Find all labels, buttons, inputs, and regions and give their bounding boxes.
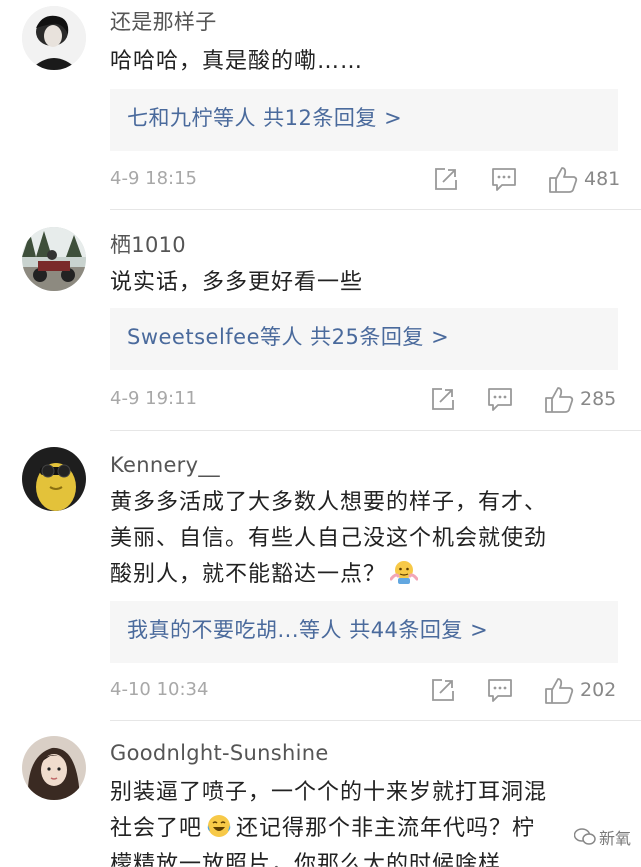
comment-text-line: 檬精放一放照片，你那么大的时候啥样 [110,852,502,867]
watermark-text: 新氧 [598,829,631,848]
avatar[interactable] [22,6,86,70]
comment-text: 哈哈哈，真是酸的嘞…… [110,49,364,74]
comment-text-segment: 还记得那个非主流年代吗？柠 [236,816,536,841]
laughing-tears-emoji-icon [206,813,232,839]
comment-icon[interactable] [487,386,513,414]
thumbs-up-icon [549,167,578,193]
comment-meta: 4-10 10:34 202 [110,677,620,707]
comment-meta: 4-9 19:11 285 [110,386,620,416]
divider [110,720,641,721]
like-count: 285 [580,388,617,410]
thumbs-up-icon [545,678,574,704]
reply-summary-link[interactable]: 我真的不要吃胡...等人 共44条回复 > [127,614,488,644]
comment-text-segment: 酸别人，就不能豁达一点？ [110,562,387,587]
like-count: 202 [580,679,617,701]
comment-icon[interactable] [491,166,517,194]
comment-text-segment: 社会了吧 [110,816,203,841]
comment-text-line-with-emoji: 社会了吧 还记得那个非主流年代吗？柠 [110,811,610,847]
share-icon[interactable] [430,677,456,705]
timestamp: 4-10 10:34 [110,679,209,700]
wechat-logo-icon [573,828,596,845]
shrug-emoji-icon [389,559,419,585]
username[interactable]: Kennery__ [110,453,220,477]
avatar[interactable] [22,447,86,511]
timestamp: 4-9 19:11 [110,388,197,409]
avatar[interactable] [22,227,86,291]
comment-text: 黄多多活成了大多数人想要的样子，有才、 美丽、自信。有些人自己没这个机会就使劲 … [110,485,610,593]
timestamp: 4-9 18:15 [110,168,197,189]
divider [110,209,641,210]
reply-summary-link[interactable]: 七和九柠等人 共12条回复 > [127,102,402,132]
like-button[interactable]: 481 [548,166,628,194]
comment-text-line-with-emoji: 酸别人，就不能豁达一点？ [110,557,610,593]
reply-summary-box[interactable]: Sweetselfee等人 共25条回复 > [110,308,618,370]
comment-icon[interactable] [487,677,513,705]
thumbs-up-icon [545,387,574,413]
username[interactable]: 还是那样子 [110,6,217,36]
share-icon[interactable] [430,386,456,414]
username[interactable]: 栖1010 [110,229,186,259]
comment-text-line: 黄多多活成了大多数人想要的样子，有才、 [110,490,548,515]
username[interactable]: Goodnlght-Sunshine [110,741,329,765]
share-icon[interactable] [433,166,459,194]
like-button[interactable]: 285 [544,386,624,414]
avatar[interactable] [22,736,86,800]
comment-meta: 4-9 18:15 481 [110,166,620,196]
comment-text-line: 别装逼了喷子，一个个的十来岁就打耳洞混 [110,780,548,805]
like-count: 481 [584,168,621,190]
reply-summary-box[interactable]: 七和九柠等人 共12条回复 > [110,89,618,151]
watermark: 新氧 [573,825,631,849]
reply-summary-link[interactable]: Sweetselfee等人 共25条回复 > [127,321,449,351]
comment-text-line: 美丽、自信。有些人自己没这个机会就使劲 [110,526,548,551]
comment-text: 说实话，多多更好看一些 [110,270,364,295]
like-button[interactable]: 202 [544,677,624,705]
divider [110,430,641,431]
reply-summary-box[interactable]: 我真的不要吃胡...等人 共44条回复 > [110,601,618,663]
comment-text: 别装逼了喷子，一个个的十来岁就打耳洞混 社会了吧 还记得那个非主流年代吗？柠 檬… [110,775,610,867]
